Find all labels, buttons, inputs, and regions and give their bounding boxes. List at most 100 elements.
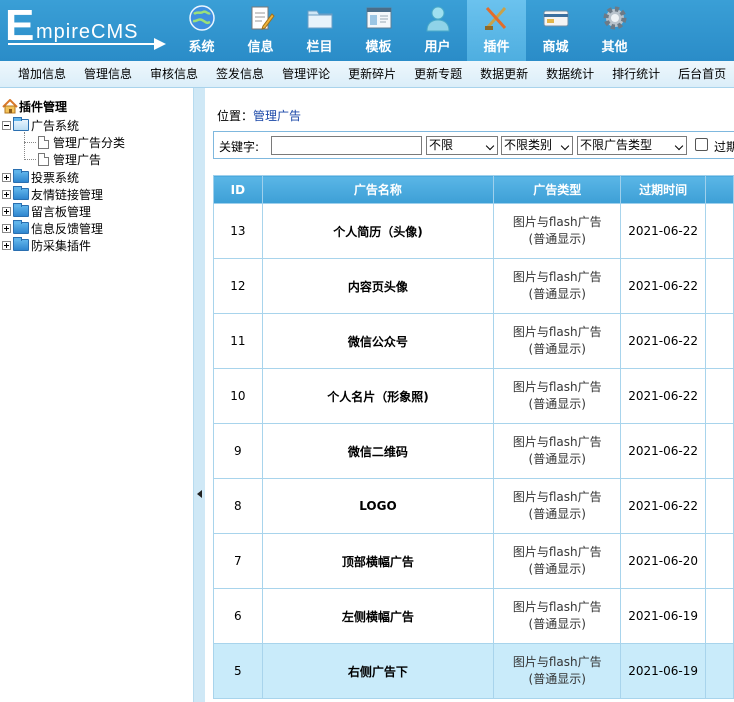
folder-icon — [13, 237, 29, 251]
cell-extra — [704, 258, 734, 314]
sidebar-toggle[interactable] — [193, 88, 205, 702]
cell-ad-name[interactable]: 左侧横幅广告 — [261, 588, 495, 644]
cell-ad-type: 图片与flash广告 (普通显示) — [493, 258, 622, 314]
collapse-icon[interactable] — [2, 120, 11, 130]
card-icon — [543, 10, 569, 27]
menu-manage-comments[interactable]: 管理评论 — [282, 61, 330, 88]
breadcrumb-link[interactable]: 管理广告 — [253, 109, 301, 123]
cell-expire: 2021-06-22 — [620, 478, 706, 534]
tree-item-feedback[interactable]: 信息反馈管理 — [2, 220, 103, 236]
table-row[interactable]: 6 左侧横幅广告 图片与flash广告 (普通显示) 2021-06-19 — [213, 588, 734, 644]
ad-type-line1: 图片与flash广告 — [512, 435, 602, 449]
menu-add-info[interactable]: 增加信息 — [18, 61, 66, 88]
user-icon — [426, 6, 450, 32]
search-bar: 关键字: 不限 不限类别 不限广告类型 过期 — [213, 131, 734, 159]
nav-system[interactable]: 系统 — [172, 0, 231, 61]
expand-icon[interactable] — [2, 223, 11, 233]
menu-review-info[interactable]: 审核信息 — [150, 61, 198, 88]
expand-icon[interactable] — [2, 189, 11, 199]
cell-id: 13 — [213, 203, 263, 259]
nav-shop[interactable]: 商城 — [526, 0, 585, 61]
cell-ad-name[interactable]: 个人简历（头像) — [261, 203, 495, 259]
menu-admin-home[interactable]: 后台首页 — [678, 61, 726, 88]
cell-expire: 2021-06-22 — [620, 368, 706, 424]
cell-ad-type: 图片与flash广告 (普通显示) — [493, 203, 622, 259]
menu-data-update[interactable]: 数据更新 — [480, 61, 528, 88]
document-pencil-icon — [251, 6, 275, 30]
keyword-label: 关键字: — [219, 140, 260, 154]
table-row[interactable]: 12 内容页头像 图片与flash广告 (普通显示) 2021-06-22 — [213, 258, 734, 314]
nav-column[interactable]: 栏目 — [290, 0, 349, 61]
table-row[interactable]: 8 LOGO 图片与flash广告 (普通显示) 2021-06-22 — [213, 478, 734, 534]
ad-type-line2: (普通显示) — [528, 342, 586, 356]
table-row[interactable]: 13 个人简历（头像) 图片与flash广告 (普通显示) 2021-06-22 — [213, 203, 734, 259]
cell-ad-name[interactable]: 个人名片（形象照) — [261, 368, 495, 424]
tree-item-anti-scrape[interactable]: 防采集插件 — [2, 237, 91, 253]
window-template-icon — [366, 7, 392, 29]
cell-ad-name[interactable]: 右侧广告下 — [261, 643, 495, 699]
keyword-input[interactable] — [271, 136, 422, 155]
col-type-header[interactable]: 广告类型 — [493, 175, 622, 204]
expand-icon[interactable] — [2, 240, 11, 250]
nav-user[interactable]: 用户 — [408, 0, 467, 61]
cell-ad-type: 图片与flash广告 (普通显示) — [493, 643, 622, 699]
tree-item-guestbook[interactable]: 留言板管理 — [2, 203, 91, 219]
cell-expire: 2021-06-20 — [620, 533, 706, 589]
category-select[interactable]: 不限类别 — [501, 136, 573, 155]
ad-type-line2: (普通显示) — [528, 287, 586, 301]
col-name-header[interactable]: 广告名称 — [261, 175, 495, 204]
ad-type-select[interactable]: 不限广告类型 — [577, 136, 687, 155]
col-extra-header — [704, 175, 734, 204]
col-expire-header[interactable]: 过期时间 — [620, 175, 706, 204]
globe-icon — [189, 5, 215, 31]
expand-icon[interactable] — [2, 206, 11, 216]
tree-item-link-manage[interactable]: 友情链接管理 — [2, 186, 103, 202]
breadcrumb: 位置：管理广告 — [217, 109, 302, 123]
menu-update-fragments[interactable]: 更新碎片 — [348, 61, 396, 88]
menu-ranking-stats[interactable]: 排行统计 — [612, 61, 660, 88]
table-row[interactable]: 7 顶部横幅广告 图片与flash广告 (普通显示) 2021-06-20 — [213, 533, 734, 589]
expand-icon[interactable] — [2, 172, 11, 182]
menu-manage-info[interactable]: 管理信息 — [84, 61, 132, 88]
ad-type-line2: (普通显示) — [528, 672, 586, 686]
col-id-header[interactable]: ID — [213, 175, 263, 204]
table-header: ID 广告名称 广告类型 过期时间 — [213, 175, 734, 204]
empirecms-logo[interactable]: E mpireCMS — [0, 0, 172, 61]
ad-type-line1: 图片与flash广告 — [512, 270, 602, 284]
folder-icon — [307, 10, 333, 29]
tree-item-ad-system[interactable]: 广告系统 — [2, 117, 79, 133]
expired-checkbox[interactable] — [695, 138, 708, 151]
cell-ad-type: 图片与flash广告 (普通显示) — [493, 313, 622, 369]
nav-other[interactable]: 其他 — [585, 0, 644, 61]
cell-extra — [704, 203, 734, 259]
plugin-tree: 插件管理 广告系统 管理广告分类 管理广告 投票系统 友情链接管理 留言板管理 … — [0, 88, 193, 702]
tree-item-manage-ad-category[interactable]: 管理广告分类 — [38, 134, 125, 150]
document-icon — [38, 135, 49, 149]
ad-type-line2: (普通显示) — [528, 397, 586, 411]
ad-type-line1: 图片与flash广告 — [512, 655, 602, 669]
cell-ad-name[interactable]: LOGO — [261, 478, 495, 534]
nav-info[interactable]: 信息 — [231, 0, 290, 61]
menu-sign-info[interactable]: 签发信息 — [216, 61, 264, 88]
cell-extra — [704, 478, 734, 534]
cell-ad-name[interactable]: 微信二维码 — [261, 423, 495, 479]
nav-template[interactable]: 模板 — [349, 0, 408, 61]
tree-item-vote-system[interactable]: 投票系统 — [2, 169, 79, 185]
cell-ad-name[interactable]: 内容页头像 — [261, 258, 495, 314]
menu-update-topics[interactable]: 更新专题 — [414, 61, 462, 88]
scope-select[interactable]: 不限 — [426, 136, 498, 155]
cell-ad-name[interactable]: 微信公众号 — [261, 313, 495, 369]
document-icon — [38, 152, 49, 166]
tree-item-manage-ad[interactable]: 管理广告 — [38, 151, 101, 167]
cell-expire: 2021-06-22 — [620, 203, 706, 259]
ad-type-line2: (普通显示) — [528, 562, 586, 576]
table-row[interactable]: 11 微信公众号 图片与flash广告 (普通显示) 2021-06-22 — [213, 313, 734, 369]
menu-data-stats[interactable]: 数据统计 — [546, 61, 594, 88]
cell-ad-name[interactable]: 顶部横幅广告 — [261, 533, 495, 589]
table-row[interactable]: 9 微信二维码 图片与flash广告 (普通显示) 2021-06-22 — [213, 423, 734, 479]
cell-extra — [704, 423, 734, 479]
nav-plugin[interactable]: 插件 — [467, 0, 526, 61]
table-row[interactable]: 10 个人名片（形象照) 图片与flash广告 (普通显示) 2021-06-22 — [213, 368, 734, 424]
cell-ad-type: 图片与flash广告 (普通显示) — [493, 478, 622, 534]
table-row[interactable]: 5 右侧广告下 图片与flash广告 (普通显示) 2021-06-19 — [213, 643, 734, 699]
